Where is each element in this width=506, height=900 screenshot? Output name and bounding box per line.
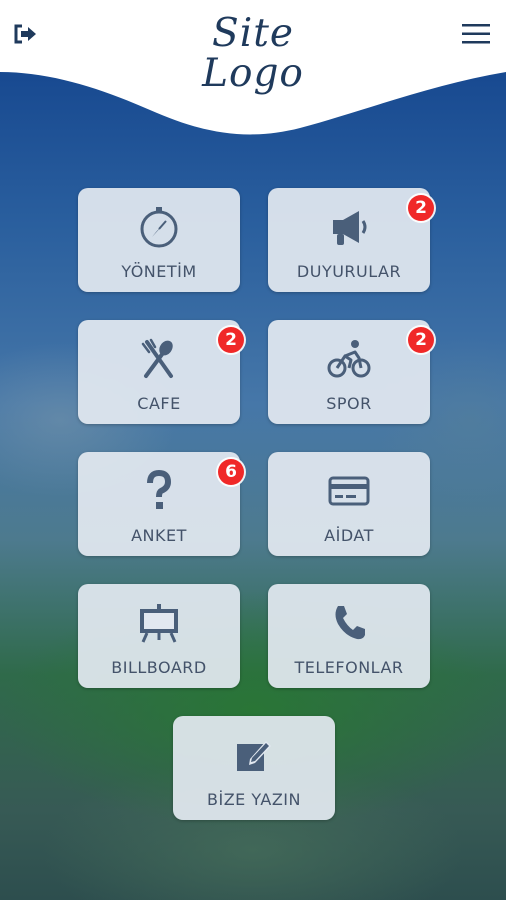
tile-label: AİDAT (324, 526, 374, 545)
sign-out-icon[interactable] (12, 22, 40, 46)
tile-label: SPOR (326, 394, 372, 413)
tile-cafe[interactable]: CAFE 2 (78, 320, 244, 424)
credit-card-icon (328, 476, 370, 506)
easel-icon (140, 604, 178, 643)
phone-icon (335, 606, 365, 640)
tile-duyurular[interactable]: DUYURULAR 2 (268, 188, 434, 292)
notification-badge: 6 (218, 459, 244, 485)
tile-aidat[interactable]: AİDAT (268, 452, 430, 556)
tile-anket[interactable]: ANKET 6 (78, 452, 244, 556)
logo-line-1: Site (212, 11, 294, 56)
tile-label: BILLBOARD (111, 658, 207, 677)
tile-label: CAFE (137, 394, 181, 413)
header: Site Logo (0, 0, 506, 150)
cutlery-icon (141, 338, 173, 378)
question-icon (147, 470, 172, 509)
site-logo: Site Logo (0, 14, 506, 94)
notification-badge: 2 (218, 327, 244, 353)
tile-label: ANKET (131, 526, 187, 545)
edit-icon (237, 741, 271, 771)
tile-label: TELEFONLAR (294, 658, 404, 677)
hamburger-menu-icon[interactable] (458, 20, 494, 48)
megaphone-icon (333, 211, 367, 245)
notification-badge: 2 (408, 195, 434, 221)
tile-label: YÖNETİM (121, 262, 197, 281)
tile-yonetim[interactable]: YÖNETİM (78, 188, 240, 292)
tile-billboard[interactable]: BILLBOARD (78, 584, 240, 688)
tile-label: DUYURULAR (296, 262, 402, 281)
logo-line-2: Logo (202, 51, 304, 96)
notification-badge: 2 (408, 327, 434, 353)
tile-spor[interactable]: SPOR 2 (268, 320, 434, 424)
tile-telefonlar[interactable]: TELEFONLAR (268, 584, 430, 688)
compass-icon (140, 207, 178, 248)
tile-label: BİZE YAZIN (207, 790, 301, 809)
tile-bize-yazin[interactable]: BİZE YAZIN (173, 716, 335, 820)
cyclist-icon (327, 340, 371, 378)
